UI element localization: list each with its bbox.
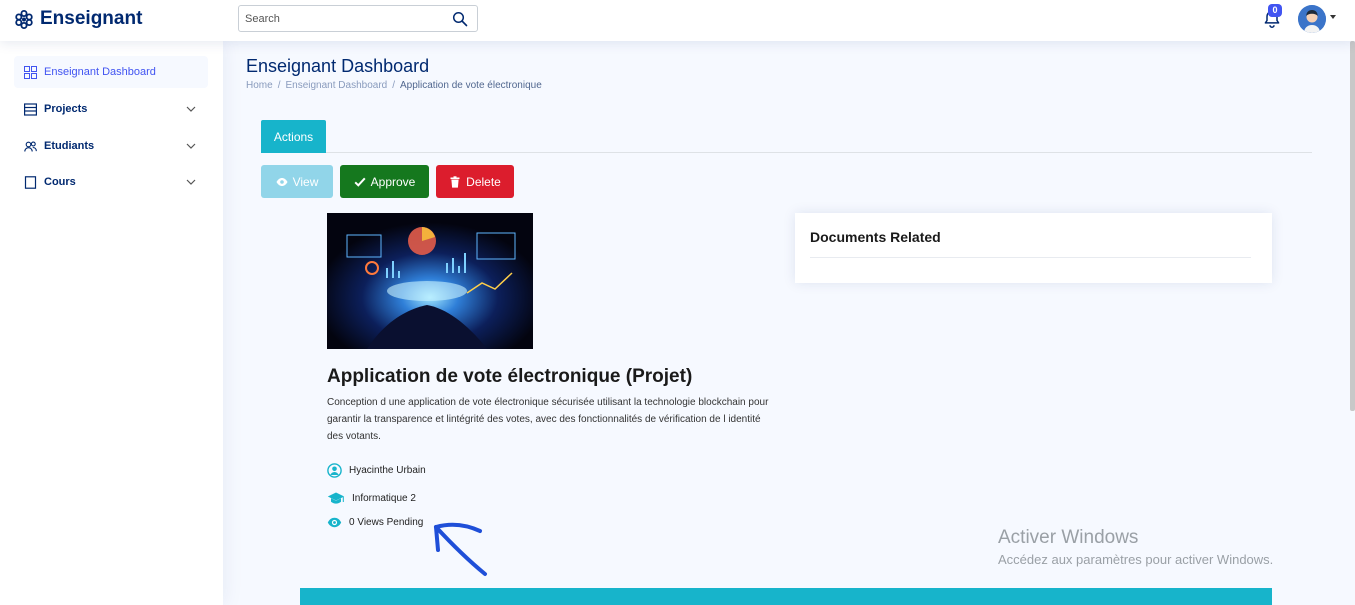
- search-input[interactable]: [239, 6, 439, 31]
- breadcrumb: Home / Enseignant Dashboard / Applicatio…: [246, 80, 542, 91]
- eye-icon: [276, 177, 288, 186]
- bottom-bar: [300, 588, 1272, 605]
- views-status: 0 Views Pending: [349, 517, 424, 528]
- delete-button[interactable]: Delete: [436, 165, 514, 198]
- breadcrumb-separator: /: [277, 80, 281, 91]
- breadcrumb-current: Application de vote électronique: [400, 80, 542, 91]
- project-image: [327, 213, 533, 349]
- user-circle-icon: [327, 463, 342, 478]
- breadcrumb-dashboard[interactable]: Enseignant Dashboard: [285, 80, 387, 91]
- tech-hand-illustration-icon: [327, 213, 533, 349]
- project-class: Informatique 2: [327, 491, 416, 506]
- avatar[interactable]: [1298, 5, 1326, 33]
- project-title: Application de vote électronique (Projet…: [327, 366, 693, 387]
- sidebar-item-label: Enseignant Dashboard: [44, 66, 156, 78]
- scrollbar[interactable]: [1350, 41, 1355, 411]
- project-author: Hyacinthe Urbain: [327, 463, 426, 478]
- annotation-arrow-icon: [434, 522, 487, 576]
- book-icon: [24, 175, 37, 189]
- author-name: Hyacinthe Urbain: [349, 465, 426, 476]
- view-label: View: [292, 174, 319, 189]
- user-avatar-icon: [1298, 5, 1326, 33]
- view-button[interactable]: View: [261, 165, 333, 198]
- approve-label: Approve: [370, 174, 416, 189]
- people-icon: [24, 141, 37, 152]
- sidebar-item-projects[interactable]: Projects: [14, 93, 208, 125]
- class-name: Informatique 2: [352, 493, 416, 504]
- sidebar-item-label: Projects: [44, 103, 88, 115]
- sidebar-item-label: Cours: [44, 176, 76, 188]
- sidebar: Enseignant Dashboard Projects Etudiants …: [0, 41, 223, 605]
- check-icon: [354, 177, 366, 187]
- watermark-title: Activer Windows: [998, 527, 1139, 548]
- sidebar-item-etudiants[interactable]: Etudiants: [14, 130, 208, 162]
- chevron-down-icon: [186, 106, 196, 112]
- divider: [810, 257, 1251, 258]
- breadcrumb-home[interactable]: Home: [246, 80, 273, 91]
- documents-related-card: Documents Related: [795, 213, 1272, 283]
- page-title: Enseignant Dashboard: [246, 56, 430, 76]
- sidebar-item-dashboard[interactable]: Enseignant Dashboard: [14, 56, 208, 88]
- grid-icon: [24, 65, 37, 79]
- approve-button[interactable]: Approve: [340, 165, 429, 198]
- top-header: Enseignant 0: [0, 0, 1355, 41]
- chevron-down-icon: [186, 179, 196, 185]
- chevron-down-icon[interactable]: [1330, 15, 1336, 19]
- project-description: Conception d une application de vote éle…: [327, 397, 769, 442]
- sidebar-item-label: Etudiants: [44, 140, 95, 152]
- trash-icon: [450, 175, 460, 188]
- search-bar: [238, 5, 478, 32]
- search-icon[interactable]: [452, 11, 468, 27]
- watermark-subtitle: Accédez aux paramètres pour activer Wind…: [998, 552, 1274, 567]
- project-views: 0 Views Pending: [327, 515, 423, 530]
- windows-activation-watermark: Activer Windows Accédez aux paramètres p…: [998, 527, 1273, 567]
- chevron-down-icon: [186, 143, 196, 149]
- tab-actions[interactable]: Actions: [261, 120, 326, 153]
- documents-title: Documents Related: [810, 229, 941, 245]
- logo-icon: [15, 10, 33, 29]
- delete-label: Delete: [466, 174, 501, 189]
- layout-icon: [24, 102, 37, 116]
- brand-logo[interactable]: Enseignant: [14, 8, 142, 30]
- notification-badge: 0: [1268, 4, 1282, 17]
- sidebar-item-cours[interactable]: Cours: [14, 166, 208, 198]
- graduation-cap-icon: [327, 492, 345, 504]
- tabs-divider: [261, 152, 1312, 153]
- brand-name: Enseignant: [40, 8, 143, 29]
- eye-icon: [327, 517, 342, 528]
- breadcrumb-separator: /: [392, 80, 395, 91]
